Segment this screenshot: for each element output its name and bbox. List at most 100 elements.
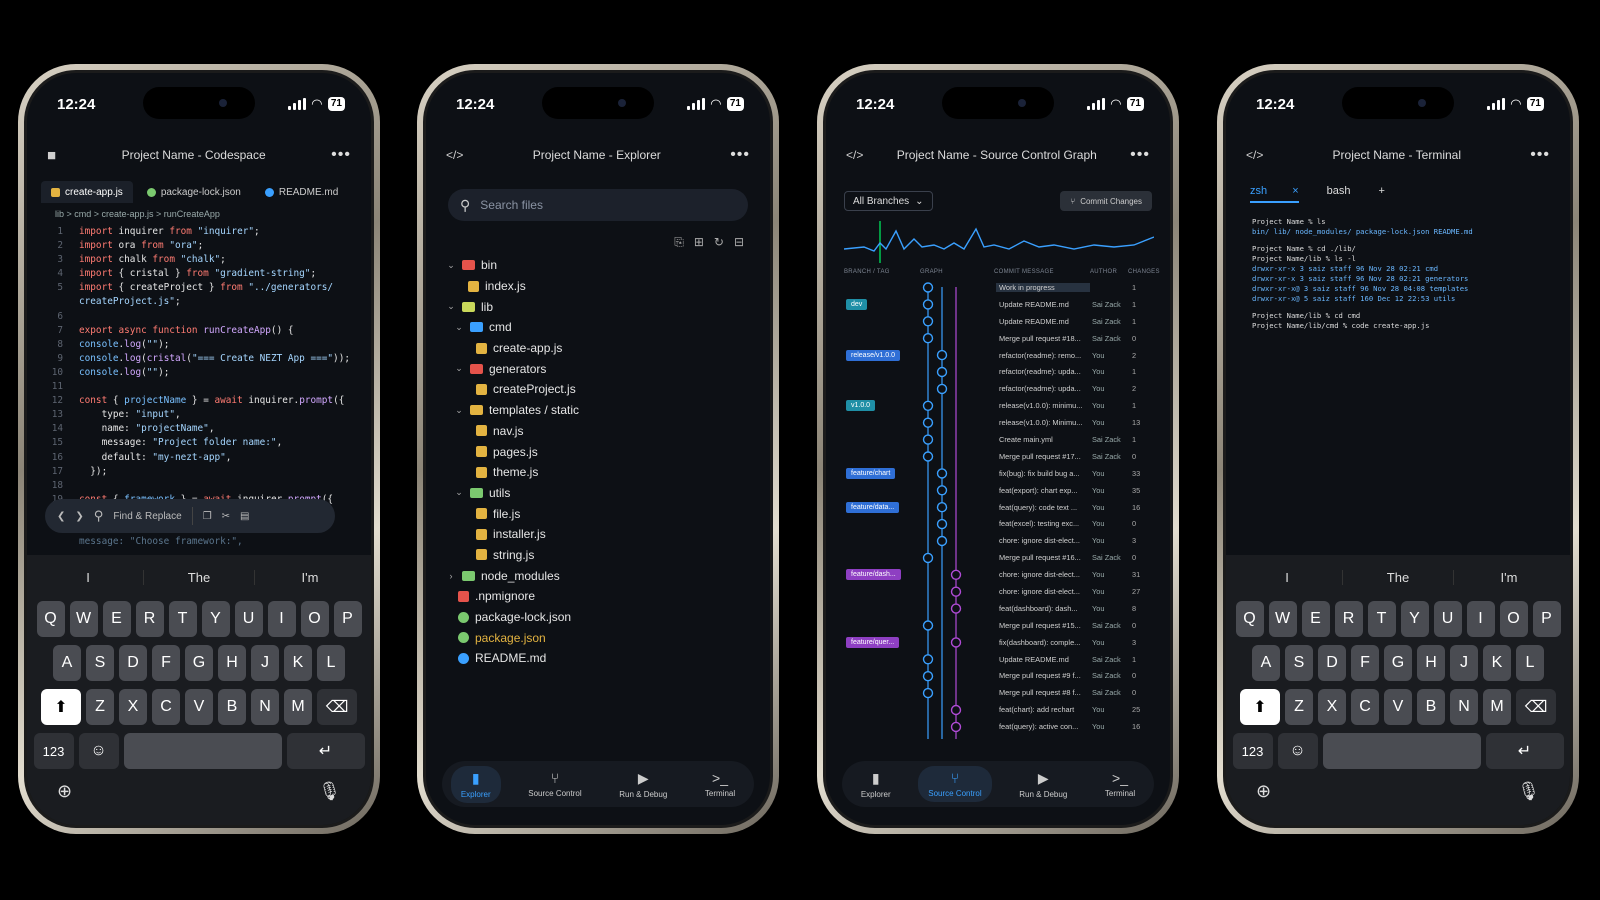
- key[interactable]: O: [300, 601, 329, 637]
- key[interactable]: J: [1450, 645, 1478, 681]
- commit-row[interactable]: chore: ignore dist-elect... You 3: [844, 532, 1160, 549]
- commit-row[interactable]: feat(excel): testing exc... You 0: [844, 515, 1160, 532]
- key[interactable]: T: [168, 601, 197, 637]
- nav-source-control[interactable]: ⑂ Source Control: [918, 766, 992, 802]
- commit-row[interactable]: Work in progress 1: [844, 279, 1160, 296]
- commit-row[interactable]: Merge pull request #18... Sai Zack 0: [844, 330, 1160, 347]
- tree-file[interactable]: string.js: [446, 545, 760, 566]
- new-folder-icon[interactable]: ⊞: [694, 235, 704, 250]
- key[interactable]: W: [1268, 601, 1297, 637]
- folder-icon[interactable]: ■: [47, 147, 56, 164]
- nav-run-debug[interactable]: ▶ Run & Debug: [1009, 766, 1077, 803]
- key[interactable]: Q: [36, 601, 65, 637]
- key[interactable]: F: [152, 645, 180, 681]
- key[interactable]: E: [102, 601, 131, 637]
- chevron-down-icon[interactable]: ⌄: [454, 363, 464, 374]
- globe-icon[interactable]: ⊕: [1256, 781, 1271, 802]
- key[interactable]: L: [317, 645, 345, 681]
- key[interactable]: H: [218, 645, 246, 681]
- add-tab-icon[interactable]: +: [1378, 185, 1384, 203]
- key[interactable]: W: [69, 601, 98, 637]
- commit-row[interactable]: Merge pull request #9 f... Sai Zack 0: [844, 667, 1160, 684]
- copy-icon[interactable]: ❐: [203, 511, 212, 522]
- key[interactable]: C: [152, 689, 180, 725]
- commit-row[interactable]: feat(dashboard): dash... You 8: [844, 600, 1160, 617]
- key[interactable]: S: [86, 645, 114, 681]
- suggestion[interactable]: I: [1232, 569, 1343, 585]
- tab-readme[interactable]: README.md: [255, 181, 348, 203]
- tree-file[interactable]: package.json: [446, 627, 760, 648]
- branch-select[interactable]: All Branches ⌄: [844, 191, 933, 211]
- key[interactable]: P: [1532, 601, 1561, 637]
- key[interactable]: D: [119, 645, 147, 681]
- more-icon[interactable]: •••: [1130, 146, 1150, 164]
- commit-row[interactable]: feature/quer... fix(dashboard): comple...…: [844, 634, 1160, 651]
- emoji-key[interactable]: ☺: [78, 733, 119, 769]
- numbers-key[interactable]: 123: [1232, 733, 1273, 769]
- terminal-output[interactable]: Project Name % ls bin/ lib/ node_modules/…: [1252, 217, 1554, 331]
- key[interactable]: E: [1301, 601, 1330, 637]
- commit-row[interactable]: release(v1.0.0): Minimu... You 13: [844, 414, 1160, 431]
- tree-file[interactable]: package-lock.json: [446, 607, 760, 628]
- key[interactable]: I: [1466, 601, 1495, 637]
- scissors-icon[interactable]: ✂: [222, 511, 230, 522]
- key[interactable]: T: [1367, 601, 1396, 637]
- key[interactable]: V: [185, 689, 213, 725]
- chevron-down-icon[interactable]: ⌄: [446, 301, 456, 312]
- key[interactable]: I: [267, 601, 296, 637]
- tree-folder[interactable]: ⌄ cmd: [446, 317, 760, 338]
- commit-row[interactable]: feat(query): active con... You 16: [844, 718, 1160, 735]
- commit-row[interactable]: feat(chart): add rechart You 25: [844, 701, 1160, 718]
- key[interactable]: N: [1450, 689, 1478, 725]
- chevron-right-icon[interactable]: ›: [446, 571, 456, 581]
- key[interactable]: U: [234, 601, 263, 637]
- commit-row[interactable]: v1.0.0 release(v1.0.0): minimu... You 1: [844, 397, 1160, 414]
- commit-row[interactable]: Merge pull request #16... Sai Zack 0: [844, 549, 1160, 566]
- commit-changes-button[interactable]: ⑂ Commit Changes: [1060, 191, 1152, 211]
- nav-run-debug[interactable]: ▶ Run & Debug: [609, 766, 677, 803]
- key[interactable]: A: [53, 645, 81, 681]
- tree-file[interactable]: nav.js: [446, 421, 760, 442]
- key[interactable]: H: [1417, 645, 1445, 681]
- nav-explorer[interactable]: ▮ Explorer: [450, 765, 501, 803]
- suggestion[interactable]: The: [144, 569, 255, 585]
- key[interactable]: K: [1483, 645, 1511, 681]
- emoji-key[interactable]: ☺: [1277, 733, 1318, 769]
- key[interactable]: F: [1351, 645, 1379, 681]
- shift-key[interactable]: ⬆: [41, 689, 81, 725]
- key[interactable]: Y: [201, 601, 230, 637]
- tree-file[interactable]: createProject.js: [446, 379, 760, 400]
- suggestion[interactable]: I'm: [255, 570, 365, 585]
- key[interactable]: D: [1318, 645, 1346, 681]
- key[interactable]: P: [333, 601, 362, 637]
- commit-row[interactable]: feature/chart fix(bug): fix build bug a..…: [844, 465, 1160, 482]
- chevron-left-icon[interactable]: ❮: [57, 511, 65, 522]
- numbers-key[interactable]: 123: [33, 733, 74, 769]
- tree-folder[interactable]: › node_modules: [446, 565, 760, 586]
- more-icon[interactable]: •••: [1530, 146, 1550, 164]
- globe-icon[interactable]: ⊕: [57, 781, 72, 802]
- tab-create-app[interactable]: create-app.js: [41, 181, 133, 203]
- find-replace-button[interactable]: Find & Replace: [113, 511, 181, 522]
- nav-terminal[interactable]: >_ Terminal: [1095, 766, 1145, 802]
- code-icon[interactable]: </>: [1246, 148, 1263, 162]
- commit-row[interactable]: chore: ignore dist-elect... You 27: [844, 583, 1160, 600]
- nav-terminal[interactable]: >_ Terminal: [695, 766, 745, 802]
- key[interactable]: B: [218, 689, 246, 725]
- microphone-icon[interactable]: 🎙: [318, 781, 341, 802]
- branch-badge[interactable]: feature/chart: [846, 467, 896, 479]
- suggestion[interactable]: I'm: [1454, 570, 1564, 585]
- chevron-down-icon[interactable]: ⌄: [446, 260, 456, 271]
- key[interactable]: O: [1499, 601, 1528, 637]
- search-bar[interactable]: ⚲ Search files: [448, 189, 748, 221]
- commit-row[interactable]: Merge pull request #8 f... Sai Zack 0: [844, 684, 1160, 701]
- key[interactable]: L: [1516, 645, 1544, 681]
- space-key[interactable]: [1322, 733, 1481, 769]
- suggestion[interactable]: I: [33, 569, 144, 585]
- key[interactable]: Z: [1285, 689, 1313, 725]
- nav-explorer[interactable]: ▮ Explorer: [851, 766, 901, 803]
- key[interactable]: M: [284, 689, 312, 725]
- key[interactable]: X: [119, 689, 147, 725]
- branch-badge[interactable]: feature/quer...: [846, 636, 900, 648]
- tab-bash[interactable]: bash: [1327, 185, 1351, 203]
